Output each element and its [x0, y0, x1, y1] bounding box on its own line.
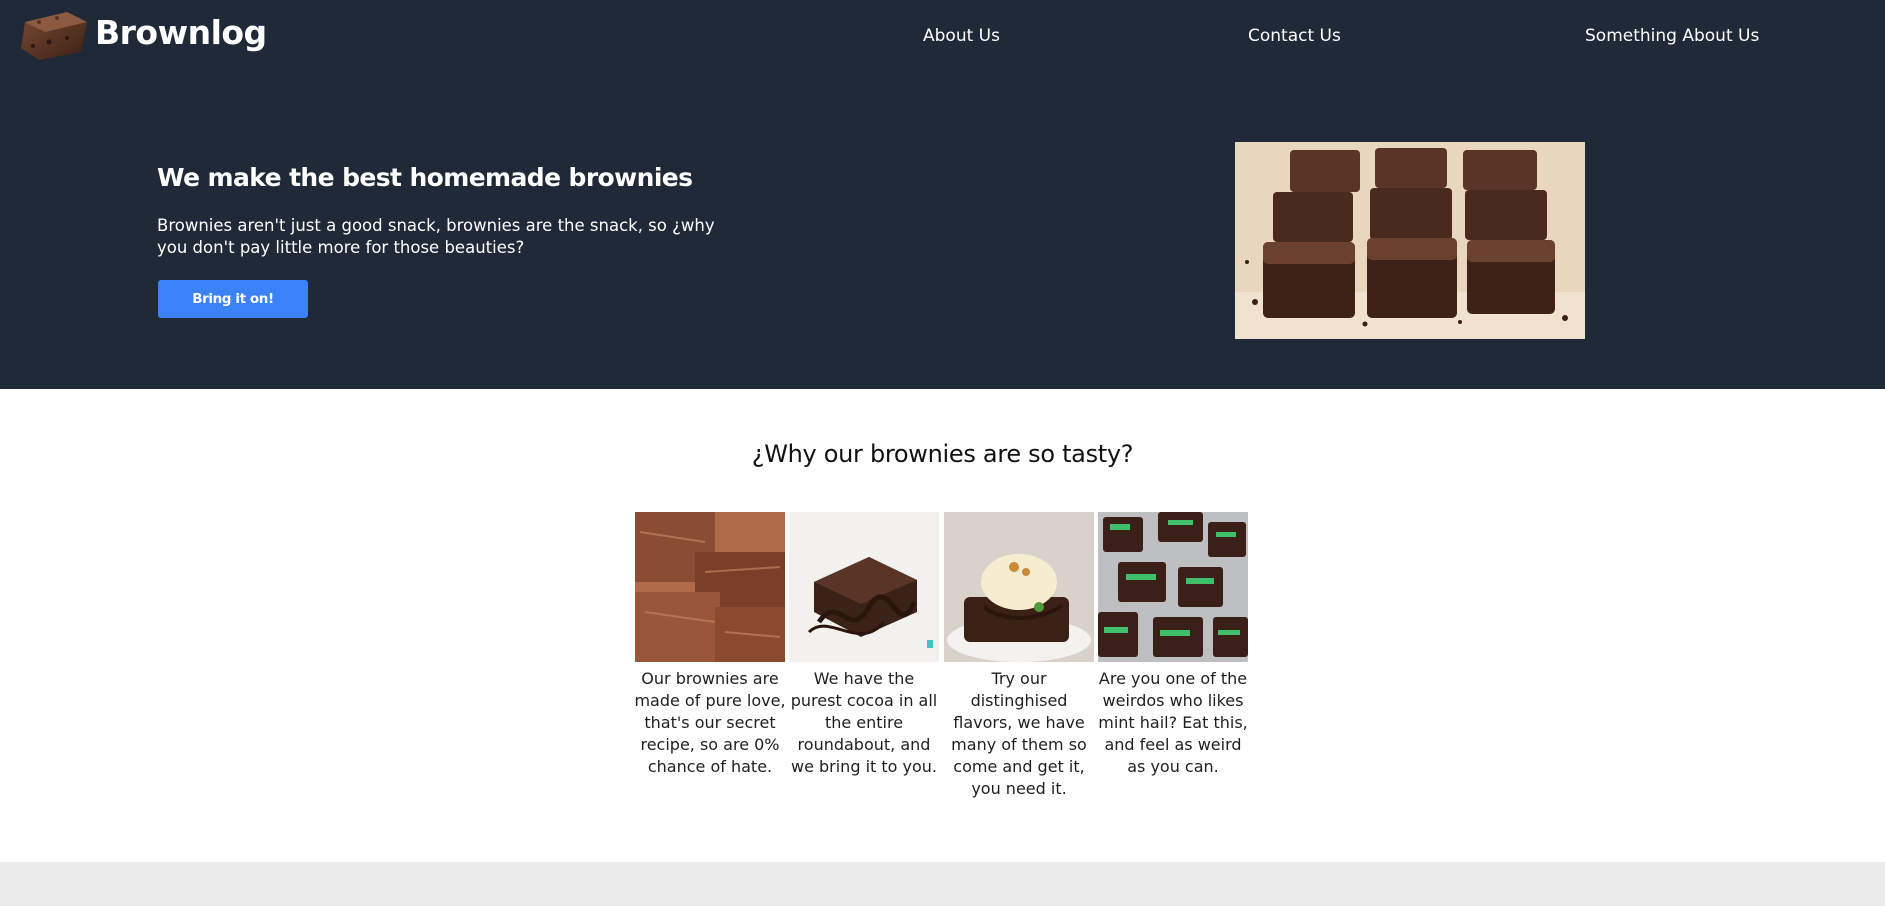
feature-caption: We have the purest cocoa in all the enti…	[790, 669, 938, 776]
nav-something-about-us[interactable]: Something About Us	[1585, 26, 1759, 46]
bring-it-on-button[interactable]: Bring it on!	[158, 280, 308, 318]
brownie-mint-image	[1098, 512, 1248, 662]
hero-title: We make the best homemade brownies	[157, 163, 693, 192]
hero-section: Brownlog About Us Contact Us Something A…	[0, 0, 1885, 389]
nav-about-us[interactable]: About Us	[923, 26, 1000, 46]
brand-name: Brownlog	[95, 13, 267, 52]
feature-card: Are you one of the weirdos who likes min…	[1098, 512, 1248, 778]
hero-text: Brownies aren't just a good snack, brown…	[157, 216, 715, 257]
nav-contact-us[interactable]: Contact Us	[1248, 26, 1341, 46]
brand-link[interactable]: Brownlog	[19, 8, 267, 64]
feature-caption: Our brownies are made of pure love, that…	[634, 669, 786, 776]
brownie-stack-image	[635, 512, 785, 662]
feature-caption: Are you one of the weirdos who likes min…	[1098, 669, 1248, 776]
feature-card: Our brownies are made of pure love, that…	[634, 512, 786, 778]
feature-card: Try our distinghised flavors, we have ma…	[944, 512, 1094, 800]
brownie-logo-icon	[21, 12, 87, 60]
feature-card: We have the purest cocoa in all the enti…	[789, 512, 939, 778]
brownie-ice-cream-image	[944, 512, 1094, 662]
features-title: ¿Why our brownies are so tasty?	[751, 440, 1134, 468]
hero-brownies-image	[1235, 142, 1585, 339]
feature-caption: Try our distinghised flavors, we have ma…	[951, 669, 1087, 798]
footer	[0, 862, 1885, 906]
brownie-chocolate-drizzle-image	[789, 512, 939, 662]
